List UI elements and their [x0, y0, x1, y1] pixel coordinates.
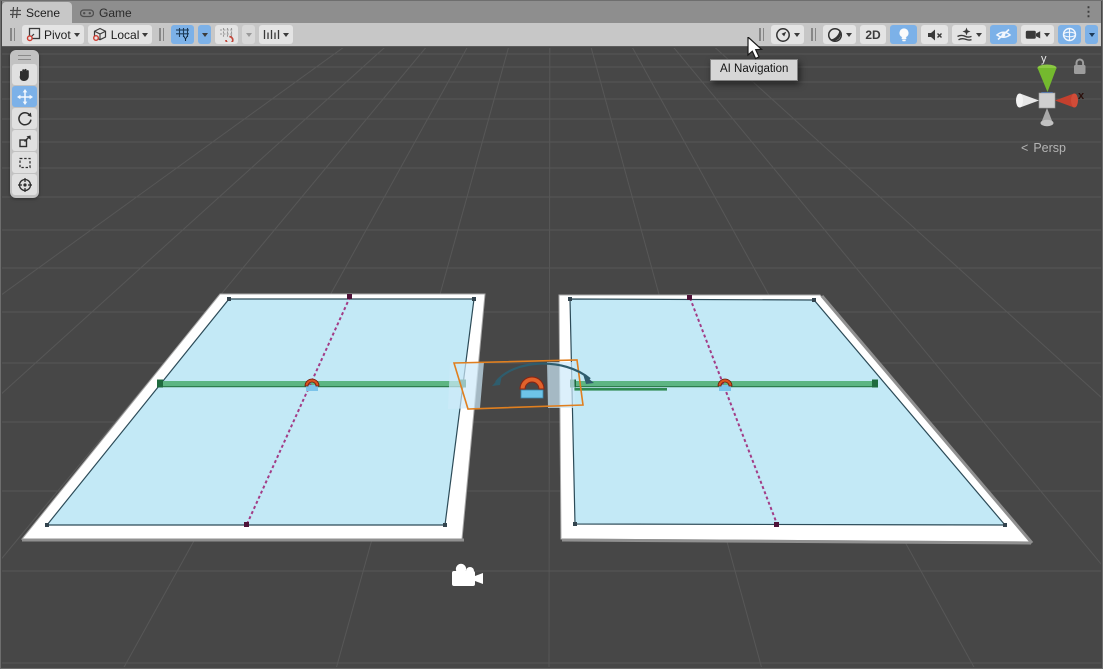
- tab-scene[interactable]: Scene: [2, 2, 72, 23]
- scene-grid-icon: [10, 7, 21, 18]
- projection-arrow-icon: <: [1021, 141, 1028, 155]
- gizmos-toggle[interactable]: [1058, 25, 1081, 44]
- chevron-down-icon: [794, 33, 800, 37]
- pivot-icon: [26, 27, 41, 42]
- rect-icon: [17, 155, 33, 171]
- gizmo-cube[interactable]: [1039, 93, 1055, 108]
- tab-scene-label: Scene: [26, 6, 60, 20]
- lightbulb-icon: [897, 27, 911, 43]
- local-dropdown[interactable]: Local: [88, 25, 153, 44]
- main-camera-gizmo[interactable]: [452, 564, 483, 586]
- snap-increment-button[interactable]: [215, 25, 238, 44]
- rect-tool-button[interactable]: [12, 152, 37, 173]
- drag-handle-icon[interactable]: [10, 28, 15, 41]
- left-navmesh: [47, 299, 474, 525]
- rotate-icon: [17, 111, 33, 127]
- ai-navigation-overlay-button[interactable]: [771, 25, 804, 44]
- tools-overlay: [10, 50, 39, 198]
- move-tool-button[interactable]: [12, 86, 37, 107]
- navmesh-link-mini-icon: [718, 379, 732, 391]
- mouse-cursor-icon: [747, 37, 765, 66]
- chevron-down-icon: [202, 33, 208, 37]
- tab-options-menu-icon[interactable]: ⋮: [1082, 4, 1095, 20]
- scene-toolbar: Pivot Local: [2, 23, 1101, 47]
- tab-bar: Scene Game ⋮: [2, 1, 1101, 23]
- chevron-down-icon: [1089, 33, 1095, 37]
- gizmo-x-label[interactable]: x: [1078, 90, 1084, 102]
- local-cube-icon: [92, 27, 108, 42]
- right-navmesh: [570, 299, 1005, 525]
- snap-grid-icon: [219, 27, 234, 42]
- speaker-muted-icon: [927, 28, 943, 42]
- 2d-toggle[interactable]: 2D: [860, 25, 886, 44]
- audio-mute-toggle[interactable]: [921, 25, 948, 44]
- gamepad-icon: [80, 8, 94, 18]
- pivot-label: Pivot: [44, 28, 71, 42]
- 2d-label: 2D: [865, 28, 880, 42]
- chevron-down-icon: [283, 33, 289, 37]
- chevron-down-icon: [142, 33, 148, 37]
- draw-mode-dropdown[interactable]: [823, 25, 856, 44]
- local-label: Local: [111, 28, 140, 42]
- tab-game[interactable]: Game: [72, 2, 144, 23]
- rotate-tool-button[interactable]: [12, 108, 37, 129]
- scale-tool-button[interactable]: [12, 130, 37, 151]
- gizmos-sphere-icon: [1062, 27, 1077, 42]
- selected-navmesh-link[interactable]: [448, 360, 594, 409]
- scene-render: [2, 48, 1101, 667]
- pivot-dropdown[interactable]: Pivot: [22, 25, 84, 44]
- navmesh-link-icon: [520, 377, 544, 398]
- hand-icon: [17, 67, 32, 82]
- lock-icon[interactable]: [1074, 60, 1086, 74]
- axis-y-positive[interactable]: [1038, 65, 1057, 93]
- ai-navigation-icon: [775, 27, 791, 43]
- scale-icon: [17, 133, 33, 149]
- scene-orientation-gizmo[interactable]: [1016, 60, 1086, 127]
- gizmos-options-dropdown[interactable]: [1085, 25, 1098, 44]
- toolbar-right-group: 2D: [756, 23, 1098, 46]
- navmesh-link-mini-icon: [305, 379, 319, 391]
- grid-visibility-toggle[interactable]: Y: [171, 25, 194, 44]
- chevron-down-icon: [246, 33, 252, 37]
- toolbar-left-group: Pivot Local: [2, 25, 293, 44]
- scene-viewport[interactable]: y x < Persp AI Navigation: [2, 48, 1101, 667]
- chevron-down-icon: [74, 33, 80, 37]
- projection-text: Persp: [1033, 141, 1066, 155]
- axis-y-negative[interactable]: [1041, 108, 1054, 126]
- drag-handle-icon[interactable]: [159, 28, 164, 41]
- eye-slash-icon: [995, 27, 1012, 42]
- axis-x-negative[interactable]: [1016, 94, 1039, 108]
- drag-handle-icon[interactable]: [811, 28, 816, 41]
- gizmo-y-label[interactable]: y: [1041, 53, 1047, 65]
- hand-tool-button[interactable]: [12, 64, 37, 85]
- unity-scene-view-window: Scene Game ⋮ Pivot: [0, 0, 1103, 669]
- chevron-down-icon: [846, 33, 852, 37]
- move-icon: [17, 89, 33, 105]
- transform-icon: [17, 177, 33, 193]
- projection-label[interactable]: < Persp: [1021, 141, 1066, 155]
- scene-camera-dropdown[interactable]: [1021, 25, 1054, 44]
- right-table[interactable]: [559, 295, 1032, 543]
- overlay-drag-handle[interactable]: [18, 55, 31, 60]
- perspective-grid: [2, 48, 1101, 667]
- grid-options-dropdown[interactable]: [198, 25, 211, 44]
- snap-options-dropdown[interactable]: [242, 25, 255, 44]
- chevron-down-icon: [976, 33, 982, 37]
- camera-icon: [1025, 28, 1041, 41]
- svg-text:Y: Y: [183, 34, 188, 42]
- grid-y-icon: Y: [175, 27, 190, 42]
- ruler-icon: [263, 28, 280, 41]
- left-table[interactable]: [22, 294, 485, 540]
- scene-effects-dropdown[interactable]: [952, 25, 986, 44]
- scene-visibility-toggle[interactable]: [990, 25, 1017, 44]
- transform-tool-button[interactable]: [12, 174, 37, 195]
- axis-x-positive[interactable]: [1055, 94, 1078, 108]
- snap-size-dropdown[interactable]: [259, 25, 293, 44]
- tab-game-label: Game: [99, 6, 132, 20]
- effects-star-icon: [956, 27, 973, 42]
- shaded-sphere-icon: [827, 27, 843, 43]
- chevron-down-icon: [1044, 33, 1050, 37]
- lighting-toggle[interactable]: [890, 25, 917, 44]
